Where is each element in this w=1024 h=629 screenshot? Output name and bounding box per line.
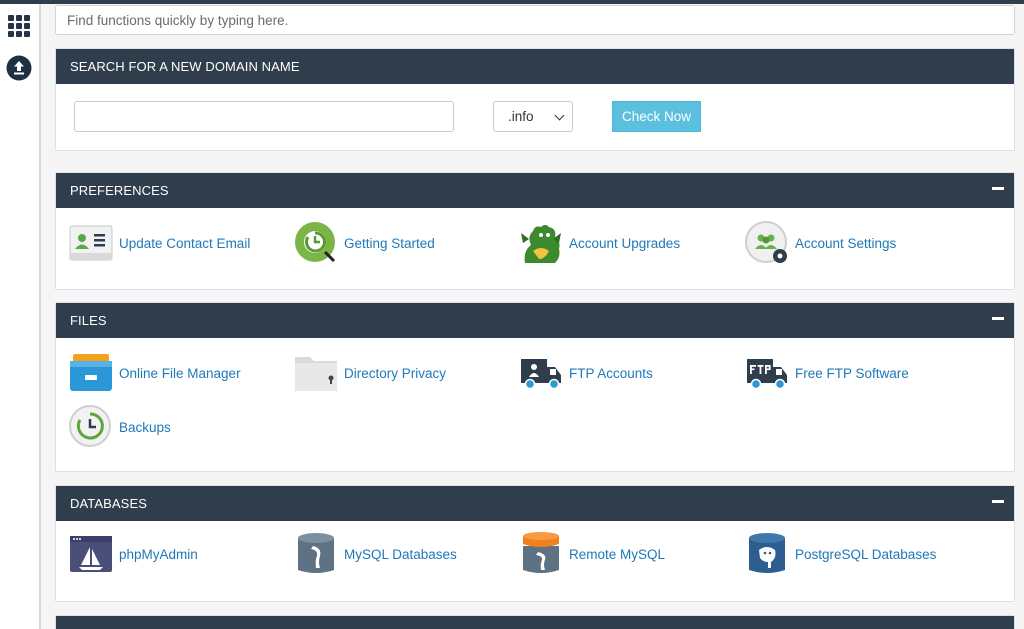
item-free-ftp-software[interactable]: Free FTP Software: [744, 350, 909, 396]
ftp-truck-icon: [518, 350, 564, 396]
file-manager-icon: [68, 350, 114, 396]
collapse-icon[interactable]: [992, 187, 1004, 190]
item-label: phpMyAdmin: [119, 546, 198, 562]
item-label: PostgreSQL Databases: [795, 546, 937, 562]
item-label: Directory Privacy: [344, 365, 447, 381]
item-account-settings[interactable]: Account Settings: [744, 220, 896, 266]
postgresql-icon: [744, 531, 790, 577]
files-header: FILES: [56, 303, 1014, 338]
tld-select-value: .info: [508, 109, 534, 124]
account-settings-icon: [744, 220, 790, 266]
ftp-software-icon: [744, 350, 790, 396]
files-title: FILES: [70, 313, 107, 328]
domain-name-input[interactable]: [74, 101, 454, 132]
item-online-file-manager[interactable]: Online File Manager: [68, 350, 241, 396]
sidebar: [0, 4, 41, 629]
item-label: Backups: [119, 419, 171, 435]
contact-card-icon: [68, 220, 114, 266]
collapse-icon[interactable]: [992, 317, 1004, 320]
preferences-panel: PREFERENCES Update Contact Email Getting…: [55, 172, 1015, 290]
item-label: FTP Accounts: [569, 365, 653, 381]
chevron-down-icon: [554, 110, 565, 121]
item-label: Remote MySQL: [569, 546, 666, 562]
item-backups[interactable]: Backups: [68, 404, 171, 450]
item-label: MySQL Databases: [344, 546, 457, 562]
item-label: Getting Started: [344, 235, 435, 251]
preferences-title: PREFERENCES: [70, 183, 169, 198]
dragon-icon: [518, 220, 564, 266]
item-label: Account Upgrades: [569, 235, 681, 251]
item-mysql-databases[interactable]: MySQL Databases: [293, 531, 457, 577]
top-bar: [0, 0, 1024, 4]
files-panel: FILES Online File Manager Directory Priv…: [55, 302, 1015, 472]
upload-icon[interactable]: [5, 54, 33, 82]
getting-started-icon: [293, 220, 339, 266]
backup-clock-icon: [68, 404, 114, 450]
function-search-input[interactable]: [55, 5, 1015, 35]
item-label: Account Settings: [795, 235, 897, 251]
item-account-upgrades[interactable]: Account Upgrades: [518, 220, 680, 266]
item-label: Update Contact Email: [119, 235, 251, 251]
item-update-contact-email[interactable]: Update Contact Email: [68, 220, 250, 266]
item-remote-mysql[interactable]: Remote MySQL: [518, 531, 665, 577]
item-postgresql-databases[interactable]: PostgreSQL Databases: [744, 531, 936, 577]
domain-search-header: SEARCH FOR A NEW DOMAIN NAME: [56, 49, 1014, 84]
databases-panel: DATABASES phpMyAdmin MySQL Databases Rem…: [55, 485, 1015, 602]
check-now-button[interactable]: Check Now: [612, 101, 701, 132]
item-label: Free FTP Software: [795, 365, 909, 381]
item-directory-privacy[interactable]: Directory Privacy: [293, 350, 446, 396]
apps-grid-icon[interactable]: [5, 12, 33, 40]
domain-search-panel: SEARCH FOR A NEW DOMAIN NAME .info Check…: [55, 48, 1015, 151]
folder-lock-icon: [293, 350, 339, 396]
tld-select[interactable]: .info: [493, 101, 573, 132]
databases-title: DATABASES: [70, 496, 147, 511]
mysql-icon: [293, 531, 339, 577]
preferences-header: PREFERENCES: [56, 173, 1014, 208]
item-label: Online File Manager: [119, 365, 241, 381]
databases-header: DATABASES: [56, 486, 1014, 521]
next-panel-header: [56, 616, 1014, 629]
domain-search-title: SEARCH FOR A NEW DOMAIN NAME: [70, 59, 300, 74]
item-phpmyadmin[interactable]: phpMyAdmin: [68, 531, 198, 577]
item-getting-started[interactable]: Getting Started: [293, 220, 435, 266]
collapse-icon[interactable]: [992, 500, 1004, 503]
next-panel: [55, 615, 1015, 629]
item-ftp-accounts[interactable]: FTP Accounts: [518, 350, 653, 396]
phpmyadmin-icon: [68, 531, 114, 577]
remote-mysql-icon: [518, 531, 564, 577]
